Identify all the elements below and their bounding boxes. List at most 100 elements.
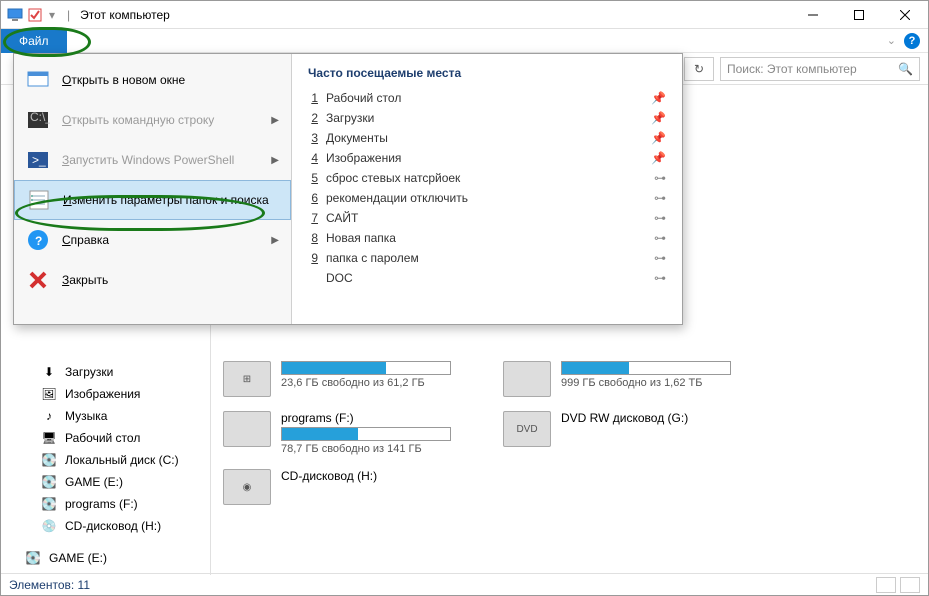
- pinned-icon[interactable]: 📌: [651, 151, 666, 165]
- submenu-arrow-icon: ▶: [271, 155, 279, 166]
- frequent-place-item[interactable]: 1Рабочий стол📌: [300, 88, 674, 108]
- menu-item-icon: [27, 188, 51, 212]
- place-index: 1: [308, 91, 318, 105]
- pin-icon[interactable]: ⊶: [654, 251, 666, 265]
- frequent-place-item[interactable]: 9 папка с паролем ⊶: [300, 248, 674, 268]
- drive-item[interactable]: DVDDVD RW дисковод (G:): [503, 411, 753, 455]
- place-label: папка с паролем: [326, 251, 646, 265]
- tree-item-icon: ⬇: [41, 364, 57, 380]
- tree-item[interactable]: ♪Музыка: [1, 405, 210, 427]
- drive-item[interactable]: ⊞23,6 ГБ свободно из 61,2 ГБ: [223, 361, 473, 397]
- place-label: сброс стевых натсрйоек: [326, 171, 646, 185]
- drive-free-text: 78,7 ГБ свободно из 141 ГБ: [281, 443, 473, 455]
- tree-item-label: CD-дисковод (H:): [65, 519, 161, 533]
- pin-icon[interactable]: ⊶: [654, 211, 666, 225]
- menu-item-icon: ?: [26, 228, 50, 252]
- place-label: Документы: [326, 131, 643, 145]
- window-title: Этот компьютер: [80, 8, 170, 22]
- drive-item[interactable]: 999 ГБ свободно из 1,62 ТБ: [503, 361, 753, 397]
- tree-item-icon: 🖥: [41, 430, 57, 446]
- frequent-place-item[interactable]: 5сброс стевых натсрйоек⊶: [300, 168, 674, 188]
- tree-item[interactable]: 💽programs (F:): [1, 493, 210, 515]
- drive-icon: [223, 411, 271, 447]
- ribbon-tabs: Файл ⌄ ?: [1, 29, 928, 53]
- tree-item[interactable]: 🖥 Рабочий стол: [1, 427, 210, 449]
- frequent-place-item[interactable]: DOC⊶: [300, 268, 674, 288]
- properties-icon[interactable]: [27, 7, 43, 23]
- place-index: 7: [308, 211, 318, 225]
- tree-item-icon: 💽: [41, 452, 57, 468]
- tree-item[interactable]: 🖼Изображения: [1, 383, 210, 405]
- pin-icon[interactable]: ⊶: [654, 171, 666, 185]
- place-index: 4: [308, 151, 318, 165]
- status-bar: Элементов: 11: [1, 573, 928, 595]
- drive-icon: ◉: [223, 469, 271, 505]
- frequent-place-item[interactable]: 8Новая папка⊶: [300, 228, 674, 248]
- tree-item-label: programs (F:): [65, 497, 138, 511]
- close-button[interactable]: [882, 1, 928, 29]
- tree-item[interactable]: 💿 CD-дисковод (H:): [1, 515, 210, 537]
- maximize-button[interactable]: [836, 1, 882, 29]
- window-controls: [790, 1, 928, 29]
- frequent-places-header: Часто посещаемые места: [300, 62, 674, 88]
- place-index: 3: [308, 131, 318, 145]
- titlebar: ▾ | Этот компьютер: [1, 1, 928, 29]
- tree-item-icon: 💿: [41, 518, 57, 534]
- file-menu-commands: Открыть в новом окнеC:\_Открыть командну…: [14, 54, 292, 324]
- capacity-bar: [281, 427, 451, 441]
- tiles-view-icon[interactable]: [900, 577, 920, 593]
- menu-item-icon: [26, 268, 50, 292]
- drive-title: programs (F:): [281, 411, 473, 425]
- tree-item[interactable]: 💽GAME (E:): [1, 471, 210, 493]
- frequent-place-item[interactable]: 2Загрузки📌: [300, 108, 674, 128]
- frequent-place-item[interactable]: 4Изображения📌: [300, 148, 674, 168]
- details-view-icon[interactable]: [876, 577, 896, 593]
- qat-dropdown-icon[interactable]: ▾: [47, 7, 57, 23]
- tree-item-icon: 🖼: [41, 386, 57, 402]
- file-menu-item[interactable]: Открыть в новом окне: [14, 60, 291, 100]
- place-label: САЙТ: [326, 211, 646, 225]
- file-menu-places: Часто посещаемые места 1Рабочий стол📌2За…: [292, 54, 682, 324]
- menu-item-label: Закрыть: [62, 273, 279, 287]
- ribbon-collapse-icon[interactable]: ⌄: [887, 34, 904, 47]
- file-menu: Открыть в новом окнеC:\_Открыть командну…: [13, 53, 683, 325]
- search-input[interactable]: Поиск: Этот компьютер 🔍: [720, 57, 920, 81]
- tree-item[interactable]: ⬇Загрузки: [1, 361, 210, 383]
- frequent-place-item[interactable]: 7 САЙТ ⊶: [300, 208, 674, 228]
- pinned-icon[interactable]: 📌: [651, 91, 666, 105]
- computer-icon[interactable]: [7, 7, 23, 23]
- drive-item[interactable]: ◉CD-дисковод (H:): [223, 469, 473, 505]
- file-menu-item[interactable]: Закрыть: [14, 260, 291, 300]
- file-menu-item[interactable]: Изменить параметры папок и поиска: [14, 180, 291, 220]
- pin-icon[interactable]: ⊶: [654, 231, 666, 245]
- svg-text:C:\_: C:\_: [30, 110, 50, 124]
- pin-icon[interactable]: ⊶: [654, 191, 666, 205]
- menu-item-icon: [26, 68, 50, 92]
- search-placeholder: Поиск: Этот компьютер: [727, 62, 857, 76]
- capacity-bar: [561, 361, 731, 375]
- file-menu-item[interactable]: ? Справка ▶: [14, 220, 291, 260]
- drive-icon: ⊞: [223, 361, 271, 397]
- pinned-icon[interactable]: 📌: [651, 131, 666, 145]
- frequent-place-item[interactable]: 6рекомендации отключить⊶: [300, 188, 674, 208]
- tree-item-label: Музыка: [65, 409, 107, 423]
- tree-item[interactable]: 💽Локальный диск (C:): [1, 449, 210, 471]
- place-label: Загрузки: [326, 111, 643, 125]
- file-menu-item: C:\_Открыть командную строку▶: [14, 100, 291, 140]
- svg-text:>_: >_: [32, 153, 46, 167]
- pin-icon[interactable]: ⊶: [654, 271, 666, 285]
- minimize-button[interactable]: [790, 1, 836, 29]
- tree-item-label: Рабочий стол: [65, 431, 140, 445]
- place-index: 9: [308, 251, 318, 265]
- submenu-arrow-icon: ▶: [271, 235, 279, 246]
- tree-item[interactable]: 💽 GAME (E:): [1, 547, 210, 569]
- menu-item-label: Справка: [62, 233, 259, 247]
- place-label: рекомендации отключить: [326, 191, 646, 205]
- help-icon[interactable]: ?: [904, 33, 920, 49]
- pinned-icon[interactable]: 📌: [651, 111, 666, 125]
- quick-access-toolbar: ▾: [1, 7, 63, 23]
- refresh-button[interactable]: ↻: [684, 57, 714, 81]
- frequent-place-item[interactable]: 3 Документы 📌: [300, 128, 674, 148]
- file-tab[interactable]: Файл: [1, 29, 67, 53]
- drive-item[interactable]: programs (F:) 78,7 ГБ свободно из 141 ГБ: [223, 411, 473, 455]
